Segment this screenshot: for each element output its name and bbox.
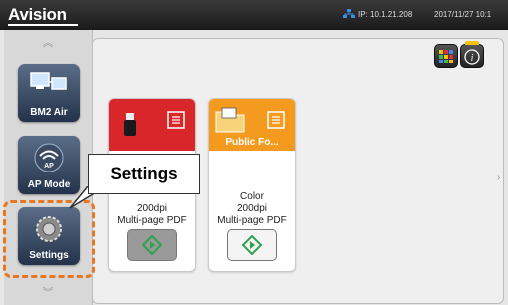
svg-text:i: i	[471, 53, 474, 64]
info-tab-accent	[465, 41, 479, 45]
folder-icon	[215, 107, 245, 133]
card-header	[109, 99, 195, 151]
card-resolution: 200dpi	[236, 203, 268, 214]
settings-callout: Settings	[88, 154, 200, 194]
sidebar-item-bm2-air[interactable]: BM2 Air	[18, 64, 80, 122]
scroll-right-icon[interactable]: ›	[497, 172, 500, 183]
datetime: 2017/11/27 10:1	[434, 10, 492, 19]
settings-highlight-box	[3, 200, 95, 278]
info-icon: i	[464, 49, 480, 65]
card-color-mode: Color	[240, 191, 264, 202]
card-format: Multi-page PDF	[217, 215, 287, 226]
scroll-up-icon[interactable]: ︽	[39, 36, 57, 50]
profile-card-public-folder[interactable]: Public Fo... Color 200dpi Multi-page PDF	[208, 98, 296, 272]
card-header: Public Fo...	[209, 99, 295, 151]
brand-logo: Avision	[8, 5, 67, 24]
color-grid-icon	[439, 50, 453, 63]
logo-underline	[8, 24, 78, 26]
scan-button[interactable]	[227, 229, 277, 261]
wifi-ap-icon: AP	[34, 143, 64, 172]
usb-drive-icon	[124, 113, 136, 136]
bm2-air-icon	[30, 72, 67, 90]
svg-text:AP: AP	[44, 163, 54, 170]
document-icon	[167, 111, 185, 129]
card-resolution: 200dpi	[136, 203, 168, 214]
scroll-down-icon[interactable]: ︾	[39, 286, 57, 300]
start-icon	[142, 235, 162, 255]
ip-address: IP: 10.1.21.208	[358, 10, 413, 19]
card-format: Multi-page PDF	[117, 215, 187, 226]
callout-label: Settings	[110, 164, 178, 183]
scan-button[interactable]	[127, 229, 177, 261]
scanner-screen: Avision IP: 10.1.21.208 2017/11/27 10:1 …	[0, 0, 508, 305]
card-title: Public Fo...	[225, 137, 279, 148]
sidebar-item-label: BM2 Air	[30, 107, 68, 118]
top-bar: Avision IP: 10.1.21.208 2017/11/27 10:1	[0, 0, 508, 30]
network-icon	[343, 9, 355, 18]
info-button[interactable]: i	[460, 41, 484, 68]
color-grid-button[interactable]	[434, 44, 458, 68]
start-icon	[242, 235, 262, 255]
document-icon	[267, 111, 285, 129]
